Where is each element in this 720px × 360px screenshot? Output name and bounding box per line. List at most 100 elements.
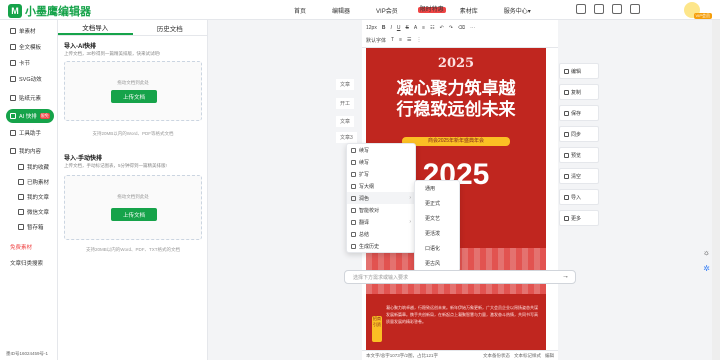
strike-button[interactable]: S <box>405 25 408 31</box>
ai-prompt-input[interactable]: 选择下方需求或输入要求 → <box>344 270 576 284</box>
sidebar-item-free-materials[interactable]: 免费素材 <box>0 240 58 254</box>
section-title-ai: 导入-AI快排 <box>64 44 96 50</box>
font-family-select[interactable]: 默认字体 <box>366 37 386 44</box>
list-button[interactable]: ☷ <box>430 25 434 31</box>
menu-item-expand[interactable]: 扩写 <box>347 168 415 180</box>
clear-format-button[interactable]: ⌫ <box>458 25 465 31</box>
accessibility-icon[interactable]: ☼ <box>703 248 710 257</box>
mini-doc-item[interactable]: 文章3 <box>336 132 357 143</box>
submenu-formal[interactable]: 更正式 <box>415 196 459 211</box>
message-icon[interactable] <box>576 4 586 14</box>
star-icon <box>18 164 24 170</box>
italic-button[interactable]: I <box>390 25 391 31</box>
menu-item-history[interactable]: 生成历史 <box>347 240 415 252</box>
bell-icon[interactable] <box>612 4 622 14</box>
menu-item-continue-2[interactable]: 续写 <box>347 156 415 168</box>
submenu-classical[interactable]: 更古风 <box>415 256 459 271</box>
underline-button[interactable]: U <box>397 25 401 31</box>
menu-item-summary[interactable]: 总结 <box>347 228 415 240</box>
nav-editor[interactable]: 编辑器 <box>332 6 350 15</box>
mark-style[interactable]: 文本标记样式 <box>514 353 541 359</box>
continue-icon <box>351 147 356 153</box>
text-style-button[interactable]: T <box>391 37 394 43</box>
save-icon <box>564 110 569 116</box>
eye-icon <box>564 152 569 158</box>
sidebar-item-article-search[interactable]: 文章归类搜索 <box>0 256 58 270</box>
menu-item-polish[interactable]: 润色 › <box>347 192 415 204</box>
align-button[interactable]: ≡ <box>422 25 425 31</box>
sidebar-item-tools[interactable]: 工具助手 <box>0 126 58 140</box>
preview-button[interactable]: 预览 <box>559 147 599 163</box>
polish-submenu: 通用 更正式 更文艺 更活泼 口语化 更古风 <box>414 180 460 272</box>
ai-icon <box>10 113 16 119</box>
menu-item-proofread[interactable]: 智能校对 <box>347 204 415 216</box>
submenu-literary[interactable]: 更文艺 <box>415 211 459 226</box>
line-height-button[interactable]: ☰ <box>407 37 411 43</box>
tab-history-docs[interactable]: 历史文档 <box>133 20 208 35</box>
logo-mark-icon: M <box>8 4 22 18</box>
right-toolbar: 编辑 复制 保存 同步 预览 清空 导入 更多 <box>559 63 599 231</box>
copy-button[interactable]: 复制 <box>559 84 599 100</box>
upload-button-ai[interactable]: 上传文档 <box>111 90 157 103</box>
upload-dropzone-manual[interactable]: 拖动文档到此处 上传文档 <box>64 175 202 240</box>
sidebar-item-templates[interactable]: 全文模板 <box>0 40 58 54</box>
nav-home[interactable]: 首页 <box>294 6 306 15</box>
nav-materials[interactable]: 素材库 <box>460 6 478 15</box>
more-button[interactable]: 更多 <box>559 210 599 226</box>
toolbar-more-button[interactable]: ⋮ <box>416 37 421 43</box>
snowflake-icon[interactable]: ✲ <box>703 264 710 273</box>
brand-logo[interactable]: M 小墨鹰编辑器 <box>8 3 91 19</box>
mini-doc-item[interactable]: 开工 <box>336 98 355 109</box>
sidebar-item-card[interactable]: 卡节 <box>0 56 58 70</box>
undo-button[interactable]: ↶ <box>440 25 444 31</box>
support-note-ai: 支持20MB以内的Word、PDF等格式文档 <box>92 131 174 136</box>
gift-icon[interactable] <box>594 4 604 14</box>
submenu-general[interactable]: 通用 <box>415 181 459 196</box>
sidebar-item-wechat-articles[interactable]: 微信文章 <box>0 205 58 219</box>
sidebar-item-purchased[interactable]: 已购素材 <box>0 175 58 189</box>
font-size-select[interactable]: 12px <box>366 25 377 31</box>
menu-item-outline[interactable]: 写大纲 <box>347 180 415 192</box>
translate-icon <box>351 219 356 225</box>
nav-service-center[interactable]: 服务中心▾ <box>504 6 531 15</box>
sidebar-item-drafts[interactable]: 暂存箱 <box>0 220 58 234</box>
submenu-lively[interactable]: 更活泼 <box>415 226 459 241</box>
sidebar-item-favorites[interactable]: 我的收藏 <box>0 160 58 174</box>
backup-status[interactable]: 文本备份状态 <box>483 353 510 359</box>
redo-button[interactable]: ↷ <box>449 25 453 31</box>
doc-icon <box>10 28 16 34</box>
menu-item-translate[interactable]: 翻译 › <box>347 216 415 228</box>
bold-button[interactable]: B <box>382 25 386 31</box>
save-button[interactable]: 保存 <box>559 105 599 121</box>
paragraph-button[interactable]: ≡ <box>399 37 402 43</box>
edit-status[interactable]: 编辑 <box>545 353 554 359</box>
article-icon <box>18 194 24 200</box>
sidebar-item-ai-layout[interactable]: AI 快排 限免 <box>6 109 54 123</box>
doc-event-band: 商会2025年新年盛典年会 <box>402 137 510 146</box>
nav-vip[interactable]: VIP会员 限时特惠 <box>376 6 446 15</box>
sidebar-item-stickers[interactable]: 贴纸元素 <box>0 91 58 105</box>
sidebar-item-single[interactable]: 单素材 <box>0 24 58 38</box>
sidebar-item-my-content[interactable]: 我的内容 <box>0 144 58 158</box>
mini-doc-item[interactable]: 文章 <box>336 116 355 127</box>
shirt-icon[interactable] <box>630 4 640 14</box>
sync-button[interactable]: 同步 <box>559 126 599 142</box>
send-arrow-icon[interactable]: → <box>562 273 569 280</box>
more-tools-button[interactable]: ⋯ <box>470 25 475 31</box>
template-icon <box>10 44 16 50</box>
import-button[interactable]: 导入 <box>559 189 599 205</box>
check-icon <box>351 207 356 213</box>
upload-dropzone-ai[interactable]: 拖动文档到此处 上传文档 <box>64 61 202 121</box>
clear-button[interactable]: 清空 <box>559 168 599 184</box>
edit-button[interactable]: 编辑 <box>559 63 599 79</box>
sidebar-item-svg[interactable]: SVG动效 <box>0 72 58 86</box>
mini-doc-item[interactable]: 文章 <box>336 79 355 90</box>
free-badge: 限免 <box>39 113 50 119</box>
text-color-button[interactable]: A <box>414 25 417 31</box>
sidebar-item-my-articles[interactable]: 我的文章 <box>0 190 58 204</box>
upload-button-manual[interactable]: 上传文档 <box>111 208 157 221</box>
menu-item-continue[interactable]: 续写 <box>347 144 415 156</box>
submenu-colloquial[interactable]: 口语化 <box>415 241 459 256</box>
page-scrollbar[interactable] <box>712 20 720 360</box>
tab-doc-import[interactable]: 文档导入 <box>58 20 133 35</box>
